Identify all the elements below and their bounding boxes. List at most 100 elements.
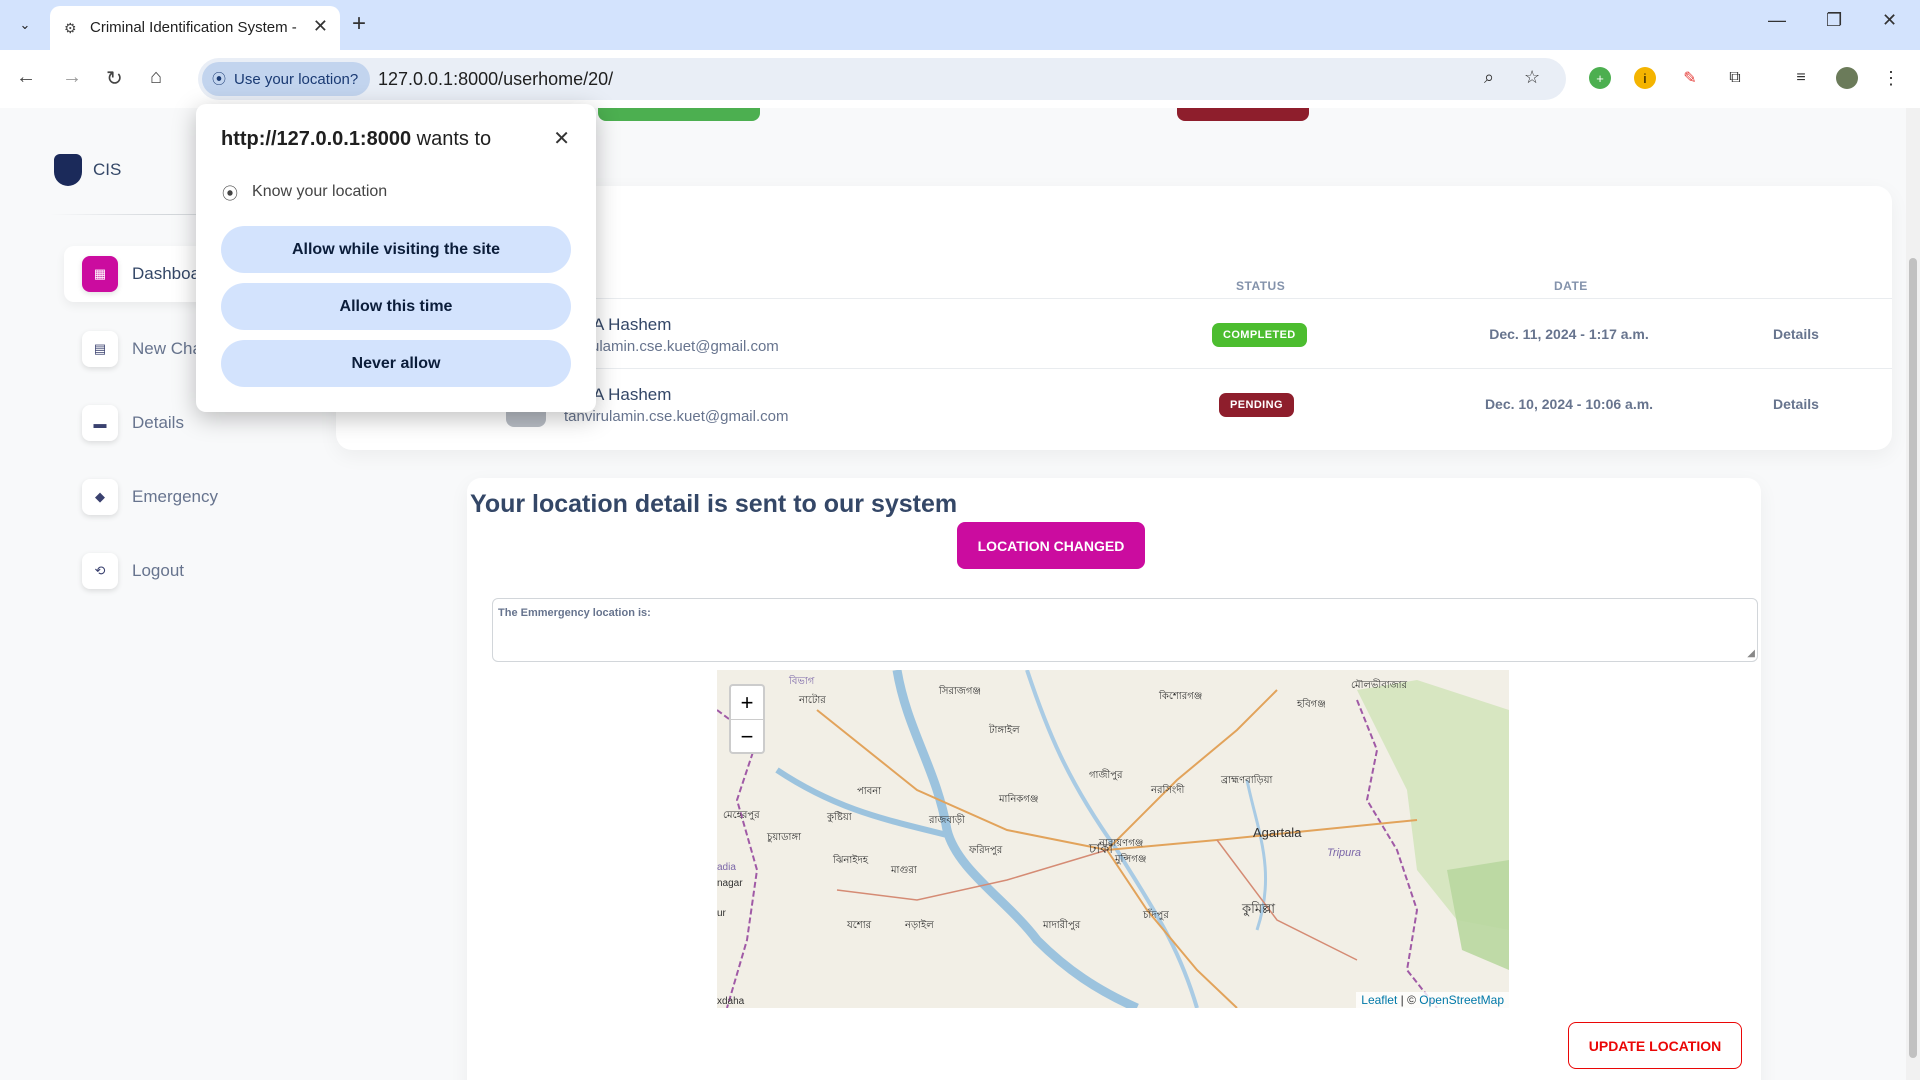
map-label: রাজবাড়ী bbox=[928, 813, 965, 826]
new-tab-plus-icon[interactable]: + bbox=[352, 10, 366, 38]
map-label: মুন্সিগঞ্জ bbox=[1114, 853, 1146, 865]
map-label: মাদারীপুর bbox=[1042, 918, 1081, 931]
map-label: ঝিনাইদহ bbox=[832, 854, 869, 866]
browser-menu-icon[interactable]: ⋮ bbox=[1880, 67, 1902, 89]
allow-this-time-button[interactable]: Allow this time bbox=[221, 283, 571, 330]
brand[interactable]: CIS bbox=[54, 154, 121, 186]
tab-title: Criminal Identification System - bbox=[90, 19, 297, 36]
details-link[interactable]: Details bbox=[1773, 326, 1819, 342]
address-bar[interactable]: ⦿ Use your location? 127.0.0.1:8000/user… bbox=[198, 58, 1566, 100]
row-date: Dec. 10, 2024 - 10:06 a.m. bbox=[1484, 396, 1654, 412]
home-icon[interactable]: ⌂ bbox=[150, 66, 162, 89]
status-column-header: STATUS bbox=[1236, 279, 1286, 293]
allow-while-visiting-button[interactable]: Allow while visiting the site bbox=[221, 226, 571, 273]
sidebar-item-emergency[interactable]: ◆ Emergency bbox=[64, 469, 324, 525]
map-label: গাজীপুর bbox=[1089, 768, 1123, 781]
extension-green-plus-icon[interactable]: + bbox=[1589, 67, 1611, 89]
map-label: মেহেরপুর bbox=[723, 810, 760, 821]
map-label: নরসিংদী bbox=[1150, 783, 1184, 796]
brand-name: CIS bbox=[93, 160, 122, 179]
browser-tab-strip: ⌄ ⚙ Criminal Identification System - ✕ +… bbox=[0, 0, 1920, 50]
map-label: কুমিল্লা bbox=[1241, 901, 1275, 917]
tab-search-chevron-icon[interactable]: ⌄ bbox=[12, 12, 38, 38]
location-chip-label: Use your location? bbox=[234, 70, 359, 88]
map-label: যশোর bbox=[846, 920, 872, 931]
openstreetmap-link[interactable]: OpenStreetMap bbox=[1419, 993, 1504, 1007]
media-queue-icon[interactable]: ≡ bbox=[1790, 67, 1812, 89]
extensions-puzzle-icon[interactable]: ⧉ bbox=[1724, 67, 1746, 89]
map-zoom-control: + − bbox=[729, 684, 765, 754]
map-label: xdaha bbox=[717, 996, 745, 1007]
sidebar-item-label: Logout bbox=[132, 561, 184, 580]
location-card: Your location detail is sent to our syst… bbox=[467, 478, 1761, 1080]
zoom-in-button[interactable]: + bbox=[731, 686, 763, 720]
emergency-location-textarea[interactable]: The Emmergency location is: ◢ bbox=[492, 598, 1758, 662]
scrolled-red-button[interactable] bbox=[1177, 108, 1309, 121]
map-label: adia bbox=[717, 862, 736, 873]
tab-close-icon[interactable]: ✕ bbox=[313, 16, 328, 37]
resize-handle-icon[interactable]: ◢ bbox=[1747, 648, 1755, 659]
zoom-magnifier-icon[interactable]: ⌕ bbox=[1484, 67, 1494, 88]
logout-icon: ⟲ bbox=[82, 553, 118, 589]
map-label: কিশোরগঞ্জ bbox=[1158, 690, 1202, 702]
office-icon: ▤ bbox=[82, 331, 118, 367]
close-window-icon[interactable]: ✕ bbox=[1882, 10, 1897, 31]
sidebar-item-label: Details bbox=[132, 413, 184, 432]
scrollbar-thumb[interactable] bbox=[1909, 258, 1917, 1058]
location-changed-button[interactable]: LOCATION CHANGED bbox=[957, 522, 1145, 569]
minimize-icon[interactable]: — bbox=[1768, 10, 1786, 31]
box-icon: ◆ bbox=[82, 479, 118, 515]
date-column-header: DATE bbox=[1554, 279, 1588, 293]
credit-card-icon: ▬ bbox=[82, 405, 118, 441]
location-pin-icon: ⦿ bbox=[222, 186, 239, 203]
map-label: মানিকগঞ্জ bbox=[998, 793, 1038, 805]
police-badge-logo bbox=[54, 154, 82, 186]
details-link[interactable]: Details bbox=[1773, 396, 1819, 412]
back-arrow-icon[interactable]: ← bbox=[16, 66, 36, 89]
scrolled-green-button[interactable] bbox=[598, 108, 760, 121]
map-label: নাটোর bbox=[798, 693, 826, 706]
map-label: বিভাগ bbox=[788, 675, 815, 687]
zoom-out-button[interactable]: − bbox=[731, 720, 763, 753]
extension-pen-icon[interactable]: ✎ bbox=[1679, 67, 1701, 89]
extension-yellow-icon[interactable]: i bbox=[1634, 67, 1656, 89]
leaflet-link[interactable]: Leaflet bbox=[1361, 993, 1397, 1007]
map-label: সিরাজগঞ্জ bbox=[938, 685, 981, 697]
bookmark-star-icon[interactable]: ☆ bbox=[1524, 67, 1540, 88]
location-permission-chip[interactable]: ⦿ Use your location? bbox=[202, 62, 371, 96]
permission-row: ⦿ Know your location bbox=[222, 180, 387, 204]
row-name: A Hashem bbox=[593, 385, 672, 404]
popup-wants-to: wants to bbox=[411, 128, 492, 150]
row-name: A Hashem bbox=[593, 315, 672, 334]
map-label: মৌলভীবাজার bbox=[1351, 678, 1408, 691]
map-label: ব্রাহ্মণবাড়িয়া bbox=[1220, 774, 1274, 786]
restore-window-icon[interactable]: ❐ bbox=[1826, 10, 1842, 31]
status-badge: PENDING bbox=[1219, 393, 1294, 417]
location-pin-icon: ⦿ bbox=[212, 71, 226, 87]
map-tiles: Agartala Tripura ঢাকা কুমিল্লা পাবনা কুষ… bbox=[717, 670, 1509, 1008]
sidebar-item-logout[interactable]: ⟲ Logout bbox=[64, 543, 324, 599]
browser-toolbar: ← → ↻ ⌂ ⦿ Use your location? 127.0.0.1:8… bbox=[0, 50, 1920, 109]
profile-avatar[interactable] bbox=[1836, 67, 1858, 89]
location-permission-popup: http://127.0.0.1:8000 wants to ✕ ⦿ Know … bbox=[196, 104, 596, 412]
site-favicon-icon: ⚙ bbox=[64, 20, 77, 36]
map-label: nagar bbox=[717, 878, 743, 889]
map-label: মাগুরা bbox=[890, 865, 918, 876]
sidebar-item-label: Emergency bbox=[132, 487, 218, 506]
map-label: Agartala bbox=[1253, 825, 1302, 840]
never-allow-button[interactable]: Never allow bbox=[221, 340, 571, 387]
map-label: হবিগঞ্জ bbox=[1296, 698, 1326, 710]
leaflet-map[interactable]: Agartala Tripura ঢাকা কুমিল্লা পাবনা কুষ… bbox=[717, 670, 1509, 1008]
map-label: নড়াইল bbox=[904, 919, 934, 931]
reload-icon[interactable]: ↻ bbox=[106, 66, 123, 91]
permission-label: Know your location bbox=[252, 183, 388, 200]
close-icon[interactable]: ✕ bbox=[553, 126, 570, 151]
attribution-separator: | © bbox=[1397, 993, 1420, 1007]
browser-tab[interactable]: ⚙ Criminal Identification System - ✕ bbox=[50, 6, 340, 50]
map-label: Tripura bbox=[1327, 847, 1361, 859]
forward-arrow-icon[interactable]: → bbox=[62, 66, 82, 89]
map-label: চুয়াডাঙ্গা bbox=[766, 832, 802, 843]
url-text[interactable]: 127.0.0.1:8000/userhome/20/ bbox=[378, 69, 613, 90]
status-badge: COMPLETED bbox=[1212, 323, 1307, 347]
update-location-button[interactable]: UPDATE LOCATION bbox=[1568, 1022, 1742, 1069]
